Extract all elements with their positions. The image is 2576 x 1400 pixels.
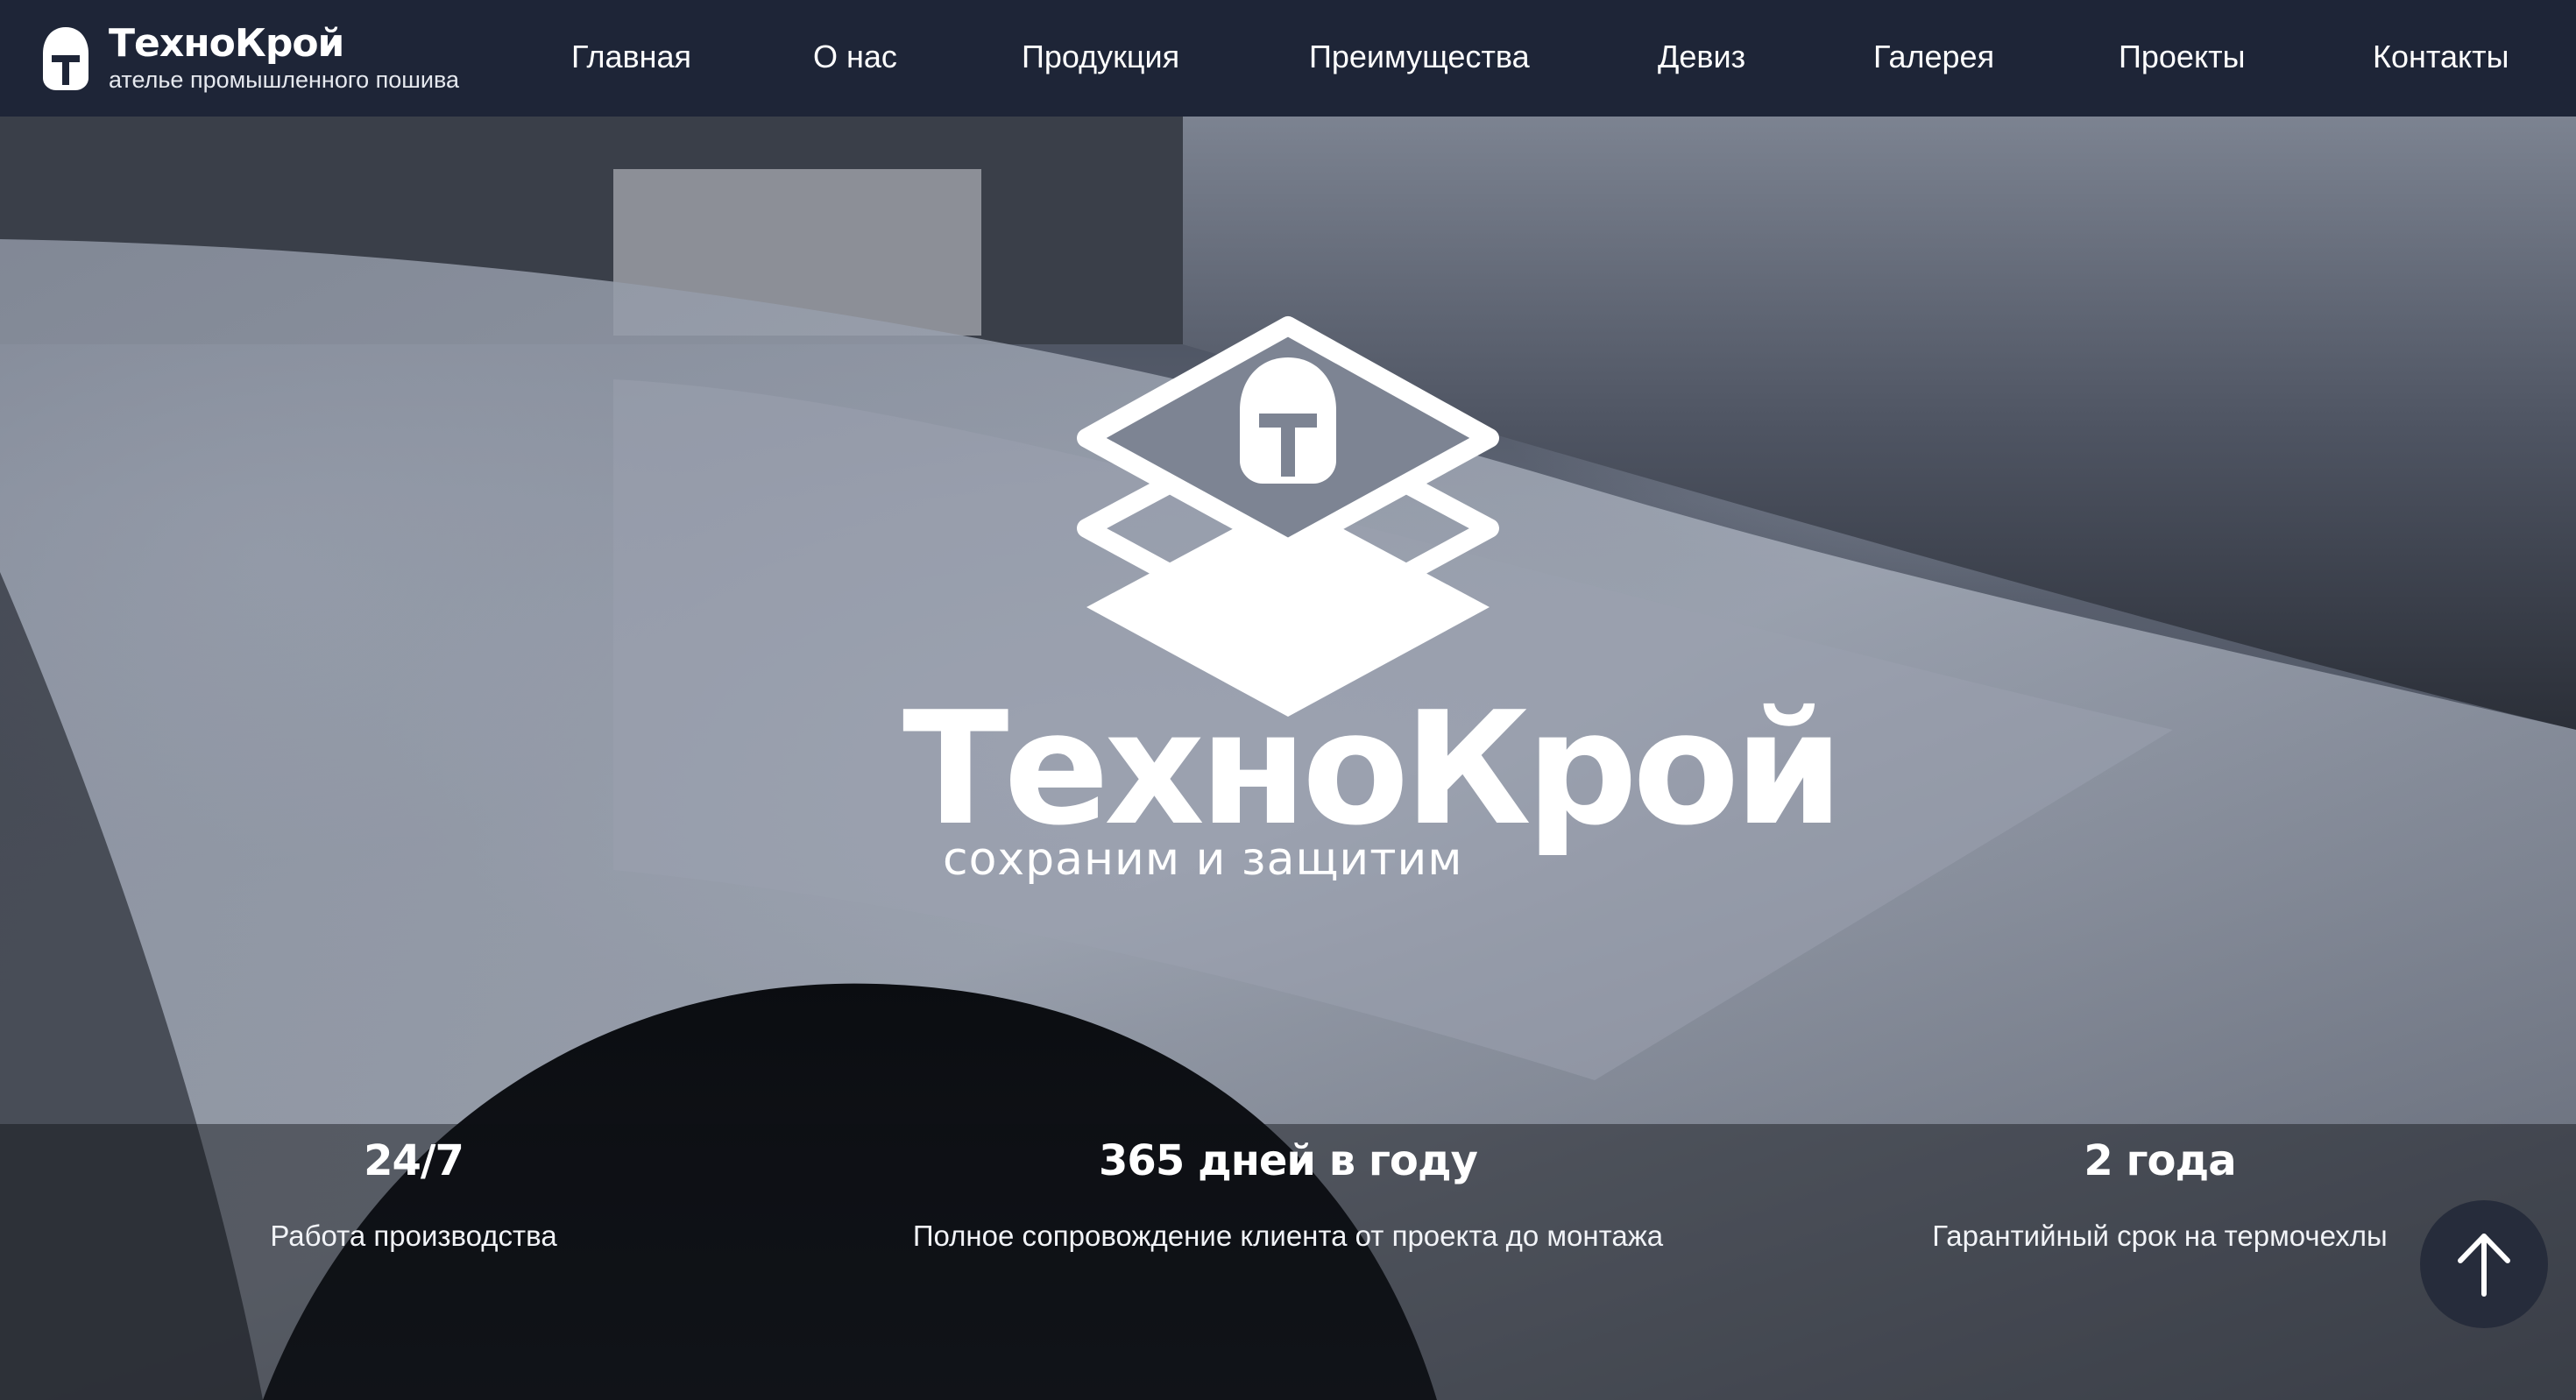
stat-block: 365 дней в году Полное сопровождение кли… [894, 1135, 1682, 1254]
hero-section: ТехноКрой сохраним и защитим 24/7 Работа… [0, 117, 2576, 1400]
stat-label: Работа производства [270, 1220, 557, 1252]
nav-item-advantages[interactable]: Преимущества [1309, 35, 1530, 79]
helmet-icon [43, 26, 88, 90]
stat-value: 24/7 [364, 1136, 464, 1185]
scroll-to-top-button[interactable] [2420, 1200, 2548, 1328]
stat-block: 2 года Гарантийный срок на термочехлы [1893, 1135, 2427, 1254]
helmet-layers-logo [1077, 316, 1499, 717]
stat-value: 365 дней в году [1099, 1136, 1478, 1185]
nav-item-contacts[interactable]: Контакты [2373, 35, 2509, 79]
nav-item-projects[interactable]: Проекты [2119, 35, 2245, 79]
stat-label: Гарантийный срок на термочехлы [1932, 1220, 2388, 1252]
brand-logo-link[interactable]: ТехноКрой ателье промышленного пошива [40, 20, 460, 95]
hero-slogan: сохраним и защитим [943, 833, 1463, 886]
arrow-up-icon [2458, 1234, 2510, 1297]
nav-item-about[interactable]: О нас [813, 35, 897, 79]
nav-item-products[interactable]: Продукция [1022, 35, 1179, 79]
brand-subtitle: ателье промышленного пошива [109, 66, 460, 93]
hero-brand-title: ТехноКрой [902, 678, 1844, 859]
nav-item-home[interactable]: Главная [571, 35, 691, 79]
brand-name: ТехноКрой [109, 20, 344, 66]
stat-value: 2 года [2084, 1136, 2236, 1185]
stat-block: 24/7 Работа производства [238, 1135, 589, 1254]
stat-label: Полное сопровождение клиента от проекта … [912, 1220, 1664, 1252]
nav-item-motto[interactable]: Девиз [1658, 35, 1745, 79]
nav-item-gallery[interactable]: Галерея [1873, 35, 1994, 79]
site-header: ТехноКрой ателье промышленного пошива Гл… [0, 0, 2576, 117]
main-nav: Главная О нас Продукция Преимущества Дев… [534, 0, 2576, 117]
